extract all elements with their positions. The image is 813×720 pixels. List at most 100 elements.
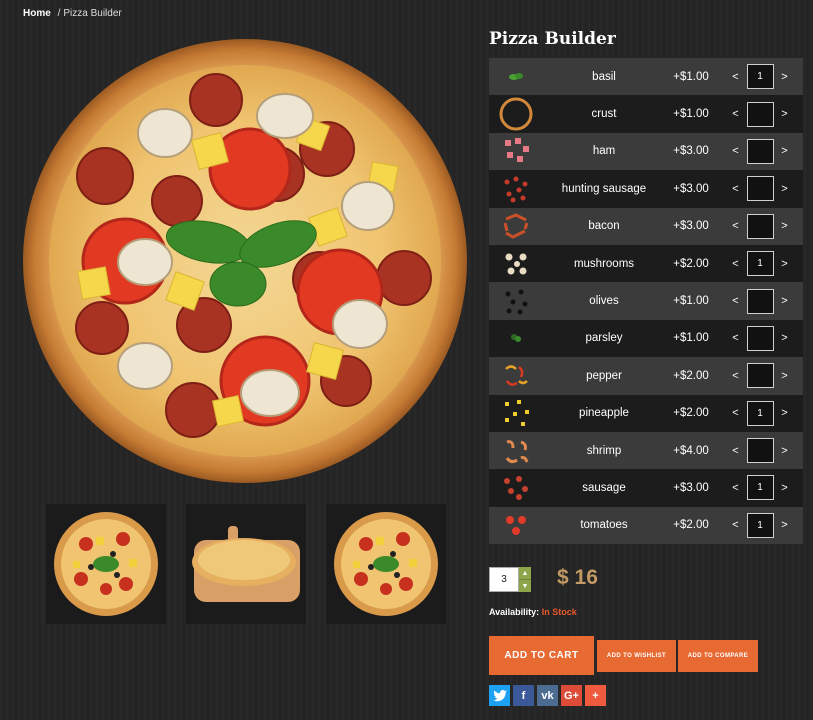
ingredient-quantity-stepper: <1 > (717, 512, 803, 538)
page-title: Pizza Builder (489, 29, 616, 49)
breadcrumb-home-link[interactable]: Home (23, 8, 51, 19)
parsley-icon (489, 332, 543, 344)
social-share-bar: f vk G+ + (489, 685, 606, 706)
decrease-button[interactable]: < (728, 370, 744, 382)
ingredient-quantity-stepper: < > (717, 138, 803, 164)
ingredient-quantity-stepper: < > (717, 363, 803, 389)
ingredient-name: mushrooms (573, 257, 635, 270)
ingredient-row: mushrooms +$2.00 <1 > (489, 244, 803, 283)
increase-button[interactable]: > (777, 445, 793, 457)
increase-button[interactable]: > (777, 370, 793, 382)
increase-button[interactable]: > (777, 482, 793, 494)
ingredient-price: +$2.00 (673, 519, 709, 532)
decrease-button[interactable]: < (728, 145, 744, 157)
main-product-image[interactable] (20, 36, 470, 486)
breadcrumb-separator: / (57, 8, 61, 19)
decrease-button[interactable]: < (728, 71, 744, 83)
ingredient-quantity-input[interactable] (746, 101, 774, 127)
ingredient-price: +$2.00 (673, 369, 709, 382)
ingredient-row: sausage +$3.00 <1 > (489, 469, 803, 507)
ingredient-quantity-stepper: < > (717, 213, 803, 239)
ingredient-row: pineapple +$2.00 <1 > (489, 394, 803, 432)
facebook-icon[interactable]: f (513, 685, 534, 706)
increase-button[interactable]: > (777, 295, 793, 307)
ingredient-price: +$1.00 (673, 295, 709, 308)
share-plus-icon[interactable]: + (585, 685, 606, 706)
pepper-pieces-icon (489, 361, 543, 391)
basil-leaf-icon (489, 71, 543, 83)
ingredient-name: sausage (582, 481, 626, 494)
breadcrumb: Home / Pizza Builder (23, 8, 122, 19)
ingredient-name: shrimp (586, 444, 622, 457)
ingredient-name: bacon (588, 220, 620, 233)
ingredient-quantity-input[interactable] (746, 138, 774, 164)
decrease-button[interactable]: < (728, 519, 744, 531)
decrease-button[interactable]: < (728, 445, 744, 457)
increase-button[interactable]: > (777, 519, 793, 531)
decrease-button[interactable]: < (728, 183, 744, 195)
pineapple-pieces-icon (489, 398, 543, 428)
ingredient-quantity-input[interactable] (746, 363, 774, 389)
olive-pieces-icon (489, 286, 543, 316)
decrease-button[interactable]: < (728, 332, 744, 344)
decrease-button[interactable]: < (728, 295, 744, 307)
ingredient-row: tomatoes +$2.00 <1 > (489, 506, 803, 545)
vk-icon[interactable]: vk (537, 685, 558, 706)
google-plus-icon[interactable]: G+ (561, 685, 582, 706)
add-to-wishlist-button[interactable]: ADD TO WISHLIST (597, 640, 676, 672)
cart-quantity-input[interactable]: 3 (489, 567, 519, 592)
bacon-strips-icon (489, 211, 543, 241)
ingredient-quantity-input[interactable] (746, 213, 774, 239)
cart-quantity-stepper[interactable]: 3 ▲ ▼ (489, 567, 531, 592)
ingredient-row: bacon +$3.00 < > (489, 207, 803, 245)
thumbnail-pizza-board[interactable] (186, 504, 306, 624)
ingredient-quantity-input[interactable]: 1 (746, 251, 774, 277)
ingredient-price: +$3.00 (673, 481, 709, 494)
ingredient-quantity-input[interactable]: 1 (746, 512, 774, 538)
increase-button[interactable]: > (777, 71, 793, 83)
decrease-button[interactable]: < (728, 220, 744, 232)
quantity-up-icon[interactable]: ▲ (519, 567, 531, 579)
ingredient-table: basil +$1.00 <1 > crust +$1.00 < > ham +$3.00 < > hu… (489, 58, 803, 545)
decrease-button[interactable]: < (728, 108, 744, 120)
twitter-icon[interactable] (489, 685, 510, 706)
ingredient-name: pineapple (579, 407, 629, 420)
add-to-cart-button[interactable]: ADD TO CART (489, 636, 594, 675)
ingredient-quantity-input[interactable] (746, 176, 774, 202)
decrease-button[interactable]: < (728, 258, 744, 270)
thumbnail-pizza-top-2[interactable] (326, 504, 446, 624)
ingredient-quantity-input[interactable] (746, 438, 774, 464)
increase-button[interactable]: > (777, 258, 793, 270)
increase-button[interactable]: > (777, 145, 793, 157)
add-to-compare-button[interactable]: ADD TO COMPARE (678, 640, 758, 672)
ingredient-price: +$4.00 (673, 444, 709, 457)
ingredient-quantity-input[interactable]: 1 (746, 64, 774, 90)
increase-button[interactable]: > (777, 407, 793, 419)
ingredient-quantity-input[interactable]: 1 (746, 475, 774, 501)
ingredient-quantity-stepper: < > (717, 101, 803, 127)
ingredient-row: crust +$1.00 < > (489, 95, 803, 133)
increase-button[interactable]: > (777, 108, 793, 120)
increase-button[interactable]: > (777, 220, 793, 232)
ingredient-quantity-input[interactable]: 1 (746, 400, 774, 426)
decrease-button[interactable]: < (728, 482, 744, 494)
facebook-label: f (521, 689, 526, 702)
ingredient-name: olives (589, 295, 619, 308)
quantity-down-icon[interactable]: ▼ (519, 579, 531, 592)
thumbnail-pizza-top[interactable] (46, 504, 166, 624)
ingredient-price: +$3.00 (673, 220, 709, 233)
mushroom-pieces-icon (489, 249, 543, 279)
ingredient-quantity-input[interactable] (746, 325, 774, 351)
breadcrumb-current: Pizza Builder (63, 8, 122, 19)
ingredient-row: shrimp +$4.00 < > (489, 431, 803, 470)
ingredient-row: pepper +$2.00 < > (489, 357, 803, 395)
ingredient-row: parsley +$1.00 < > (489, 319, 803, 358)
hunting-sausage-pieces-icon (489, 174, 543, 204)
decrease-button[interactable]: < (728, 407, 744, 419)
increase-button[interactable]: > (777, 332, 793, 344)
increase-button[interactable]: > (777, 183, 793, 195)
crust-ring-icon (489, 96, 543, 132)
product-price: $ 16 (557, 566, 598, 589)
ingredient-price: +$2.00 (673, 257, 709, 270)
ingredient-quantity-input[interactable] (746, 288, 774, 314)
